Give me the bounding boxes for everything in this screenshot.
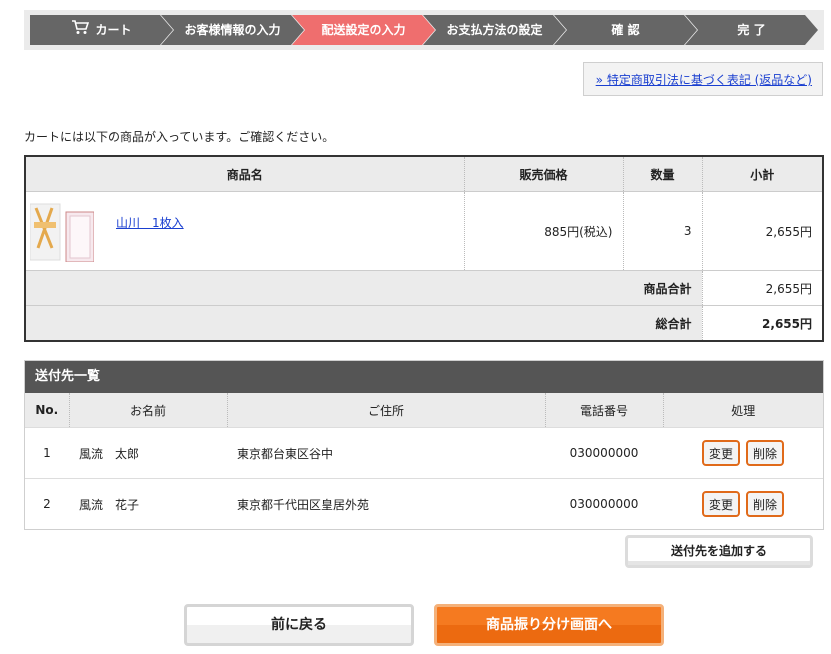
step-label: 確 認 — [611, 23, 640, 37]
step-cart: カート — [30, 15, 173, 45]
delete-button[interactable]: 削除 — [746, 491, 784, 517]
header-name: お名前 — [68, 393, 227, 428]
edit-button[interactable]: 変更 — [702, 440, 740, 466]
step-label: お客様情報の入力 — [184, 23, 281, 37]
header-phone: 電話番号 — [544, 393, 663, 428]
row-actions: 変更 削除 — [663, 427, 823, 479]
goods-total-label: 商品合計 — [25, 270, 702, 306]
step-customer-info: お客様情報の入力 — [161, 15, 304, 45]
cart-icon — [71, 16, 89, 46]
product-image[interactable] — [29, 200, 95, 263]
step-label: 完 了 — [737, 23, 766, 37]
product-cell: 山川 1枚入 — [25, 191, 464, 271]
checkout-steps: カート お客様情報の入力 配送設定の入力 お支払方法の設定 確 認 完 了 — [24, 10, 824, 50]
header-action: 処理 — [662, 393, 823, 428]
step-label: カート — [95, 23, 132, 37]
goods-total-value: 2,655円 — [701, 270, 823, 306]
header-product-name: 商品名 — [25, 156, 464, 192]
row-address: 東京都千代田区皇居外苑 — [227, 478, 545, 529]
header-quantity: 数量 — [622, 156, 702, 192]
step-payment: お支払方法の設定 — [423, 15, 566, 45]
header-no: No. — [25, 393, 69, 428]
row-no: 1 — [25, 427, 69, 479]
cart-table: 商品名 販売価格 数量 小計 山川 1枚入 885円(税込) 3 2,655円 … — [24, 155, 824, 342]
shipping-header-row: No. お名前 ご住所 電話番号 処理 — [25, 393, 823, 428]
law-link-box: » 特定商取引法に基づく表記 (返品など) — [583, 62, 823, 96]
header-subtotal: 小計 — [701, 156, 823, 192]
shipping-list: 送付先一覧 No. お名前 ご住所 電話番号 処理 1 風流 太郎 東京都台東区… — [24, 360, 824, 530]
table-row: 2 風流 花子 東京都千代田区皇居外苑 030000000 変更 削除 — [25, 478, 823, 529]
shipping-table: No. お名前 ご住所 電話番号 処理 1 風流 太郎 東京都台東区谷中 030… — [25, 393, 823, 529]
header-price: 販売価格 — [463, 156, 623, 192]
product-price: 885円(税込) — [463, 191, 623, 271]
back-button[interactable]: 前に戻る — [184, 604, 414, 646]
row-phone: 030000000 — [545, 427, 663, 479]
step-shipping: 配送設定の入力 — [292, 15, 435, 45]
grand-total-value: 2,655円 — [701, 305, 823, 341]
product-name-link[interactable]: 山川 1枚入 — [116, 214, 184, 231]
product-subtotal: 2,655円 — [701, 191, 823, 271]
table-row: 山川 1枚入 885円(税込) 3 2,655円 — [25, 191, 823, 271]
table-row: 1 風流 太郎 東京都台東区谷中 030000000 変更 削除 — [25, 427, 823, 479]
grand-total-label: 総合計 — [25, 305, 702, 341]
shipping-list-title: 送付先一覧 — [25, 361, 823, 393]
step-complete: 完 了 — [685, 15, 818, 45]
next-button[interactable]: 商品振り分け画面へ — [434, 604, 664, 646]
header-address: ご住所 — [226, 393, 545, 428]
step-label: 配送設定の入力 — [321, 23, 406, 37]
row-address: 東京都台東区谷中 — [227, 427, 545, 479]
add-shipping-address-button[interactable]: 送付先を追加する — [625, 535, 813, 568]
step-confirm: 確 認 — [554, 15, 697, 45]
row-no: 2 — [25, 478, 69, 529]
row-name: 風流 花子 — [69, 478, 227, 529]
cart-intro-text: カートには以下の商品が入っています。ご確認ください。 — [24, 130, 335, 144]
law-link[interactable]: » 特定商取引法に基づく表記 (返品など) — [596, 73, 812, 87]
cart-header-row: 商品名 販売価格 数量 小計 — [25, 156, 823, 192]
row-phone: 030000000 — [545, 478, 663, 529]
edit-button[interactable]: 変更 — [702, 491, 740, 517]
product-quantity: 3 — [622, 191, 702, 271]
delete-button[interactable]: 削除 — [746, 440, 784, 466]
grand-total-row: 総合計 2,655円 — [25, 305, 823, 341]
step-label: お支払方法の設定 — [446, 23, 543, 37]
row-actions: 変更 削除 — [663, 478, 823, 529]
row-name: 風流 太郎 — [69, 427, 227, 479]
goods-total-row: 商品合計 2,655円 — [25, 270, 823, 306]
